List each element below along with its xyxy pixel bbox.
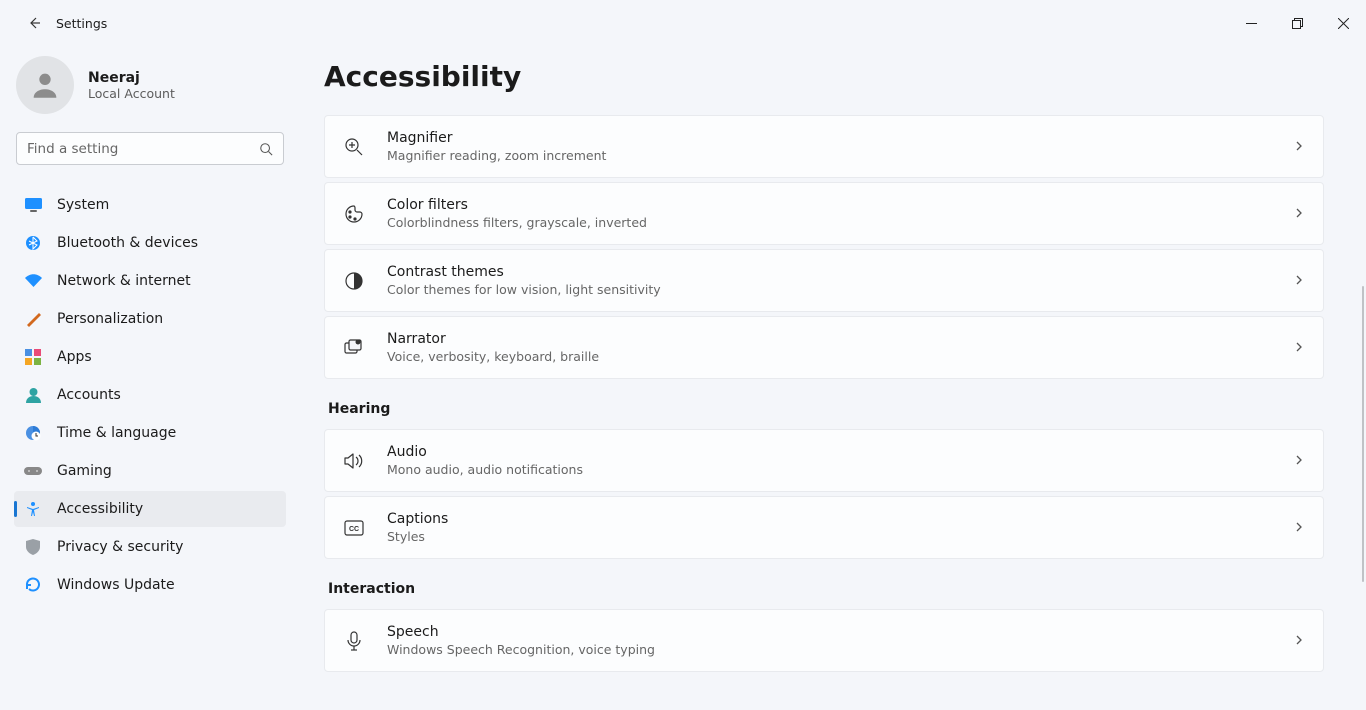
- nav-label: Bluetooth & devices: [57, 235, 198, 251]
- chevron-right-icon: [1293, 204, 1305, 223]
- profile-name: Neeraj: [88, 70, 175, 86]
- nav-label: Apps: [57, 349, 92, 365]
- search-icon: [259, 142, 273, 156]
- nav-item-accounts[interactable]: Accounts: [14, 377, 286, 413]
- apps-icon: [24, 348, 42, 366]
- card-subtitle: Windows Speech Recognition, voice typing: [387, 642, 1293, 657]
- card-subtitle: Color themes for low vision, light sensi…: [387, 282, 1293, 297]
- palette-icon: [343, 203, 365, 225]
- card-subtitle: Styles: [387, 529, 1293, 544]
- accessibility-icon: [24, 500, 42, 518]
- nav-label: Windows Update: [57, 577, 175, 593]
- card-captions[interactable]: CC Captions Styles: [324, 496, 1324, 559]
- gamepad-icon: [24, 462, 42, 480]
- nav-label: Privacy & security: [57, 539, 183, 555]
- card-title: Speech: [387, 624, 1293, 640]
- avatar: [16, 56, 74, 114]
- chevron-right-icon: [1293, 338, 1305, 357]
- maximize-button[interactable]: [1274, 7, 1320, 39]
- nav-item-accessibility[interactable]: Accessibility: [14, 491, 286, 527]
- nav-label: Accounts: [57, 387, 121, 403]
- arrow-left-icon: [26, 15, 42, 31]
- magnifier-icon: [343, 136, 365, 158]
- card-magnifier[interactable]: Magnifier Magnifier reading, zoom increm…: [324, 115, 1324, 178]
- nav-label: Personalization: [57, 311, 163, 327]
- speaker-icon: [343, 450, 365, 472]
- card-contrast-themes[interactable]: Contrast themes Color themes for low vis…: [324, 249, 1324, 312]
- profile-block[interactable]: Neeraj Local Account: [0, 56, 300, 132]
- card-title: Color filters: [387, 197, 1293, 213]
- main-content: Accessibility Magnifier Magnifier readin…: [300, 46, 1366, 710]
- card-subtitle: Colorblindness filters, grayscale, inver…: [387, 215, 1293, 230]
- svg-text:CC: CC: [349, 526, 359, 533]
- nav-item-update[interactable]: Windows Update: [14, 567, 286, 603]
- nav-item-system[interactable]: System: [14, 187, 286, 223]
- card-narrator[interactable]: Narrator Voice, verbosity, keyboard, bra…: [324, 316, 1324, 379]
- app-title: Settings: [56, 16, 107, 31]
- chevron-right-icon: [1293, 451, 1305, 470]
- minimize-icon: [1246, 18, 1257, 29]
- shield-icon: [24, 538, 42, 556]
- search-input[interactable]: [27, 141, 259, 157]
- card-subtitle: Mono audio, audio notifications: [387, 462, 1293, 477]
- contrast-icon: [343, 270, 365, 292]
- wifi-icon: [24, 272, 42, 290]
- avatar-icon: [28, 68, 62, 102]
- narrator-icon: [343, 337, 365, 359]
- search-box[interactable]: [16, 132, 284, 165]
- card-title: Magnifier: [387, 130, 1293, 146]
- bluetooth-icon: [24, 234, 42, 252]
- chevron-right-icon: [1293, 271, 1305, 290]
- nav-label: Network & internet: [57, 273, 191, 289]
- card-title: Narrator: [387, 331, 1293, 347]
- card-subtitle: Magnifier reading, zoom increment: [387, 148, 1293, 163]
- nav-item-bluetooth[interactable]: Bluetooth & devices: [14, 225, 286, 261]
- captions-icon: CC: [343, 517, 365, 539]
- close-button[interactable]: [1320, 7, 1366, 39]
- update-icon: [24, 576, 42, 594]
- card-color-filters[interactable]: Color filters Colorblindness filters, gr…: [324, 182, 1324, 245]
- display-icon: [24, 196, 42, 214]
- sidebar: Neeraj Local Account System: [0, 46, 300, 710]
- nav-item-gaming[interactable]: Gaming: [14, 453, 286, 489]
- chevron-right-icon: [1293, 518, 1305, 537]
- nav-item-time[interactable]: Time & language: [14, 415, 286, 451]
- titlebar: Settings: [0, 0, 1366, 46]
- nav-label: System: [57, 197, 109, 213]
- window-controls: [1228, 7, 1366, 39]
- card-subtitle: Voice, verbosity, keyboard, braille: [387, 349, 1293, 364]
- profile-subtitle: Local Account: [88, 86, 175, 101]
- nav-item-privacy[interactable]: Privacy & security: [14, 529, 286, 565]
- chevron-right-icon: [1293, 137, 1305, 156]
- page-title: Accessibility: [324, 60, 1324, 93]
- nav-label: Accessibility: [57, 501, 143, 517]
- minimize-button[interactable]: [1228, 7, 1274, 39]
- section-label-hearing: Hearing: [328, 401, 1324, 417]
- maximize-icon: [1292, 18, 1303, 29]
- person-icon: [24, 386, 42, 404]
- nav: System Bluetooth & devices Network & int…: [0, 187, 300, 603]
- nav-label: Time & language: [57, 425, 176, 441]
- section-label-interaction: Interaction: [328, 581, 1324, 597]
- card-title: Contrast themes: [387, 264, 1293, 280]
- close-icon: [1338, 18, 1349, 29]
- card-title: Audio: [387, 444, 1293, 460]
- card-title: Captions: [387, 511, 1293, 527]
- nav-item-apps[interactable]: Apps: [14, 339, 286, 375]
- back-button[interactable]: [16, 5, 52, 41]
- card-audio[interactable]: Audio Mono audio, audio notifications: [324, 429, 1324, 492]
- clock-globe-icon: [24, 424, 42, 442]
- scrollbar-thumb[interactable]: [1362, 286, 1364, 582]
- nav-item-personalization[interactable]: Personalization: [14, 301, 286, 337]
- nav-item-network[interactable]: Network & internet: [14, 263, 286, 299]
- card-speech[interactable]: Speech Windows Speech Recognition, voice…: [324, 609, 1324, 672]
- nav-label: Gaming: [57, 463, 112, 479]
- microphone-icon: [343, 630, 365, 652]
- brush-icon: [24, 310, 42, 328]
- chevron-right-icon: [1293, 631, 1305, 650]
